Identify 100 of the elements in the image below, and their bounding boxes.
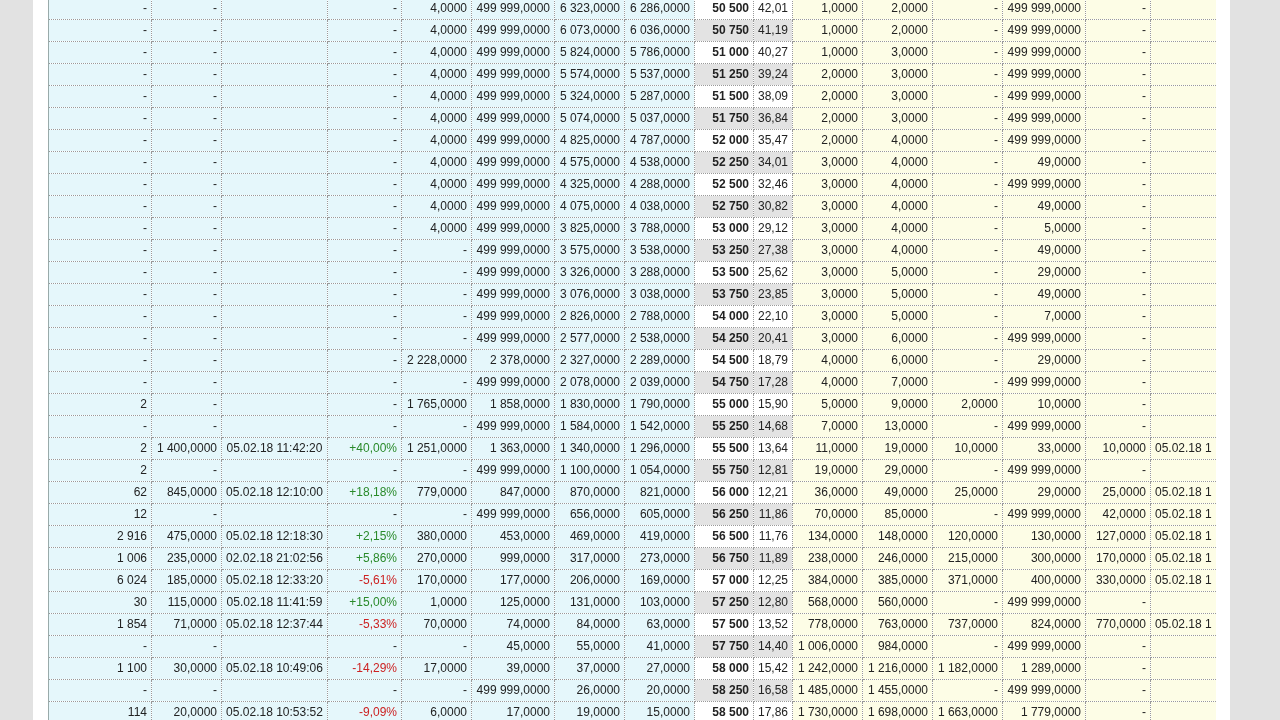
table-cell: 177,0000: [471, 569, 555, 591]
table-cell: 499 999,0000: [1002, 635, 1086, 657]
table-cell: 14,68: [753, 415, 793, 437]
table-cell: 12,25: [753, 569, 793, 591]
table-cell: 130,0000: [1002, 525, 1086, 547]
table-cell: -: [1085, 19, 1151, 41]
table-cell: 499 999,0000: [1002, 129, 1086, 151]
table-cell: 58 250: [694, 679, 754, 701]
table-cell: 54 000: [694, 305, 754, 327]
table-cell: 499 999,0000: [471, 41, 555, 63]
table-cell: -: [1085, 195, 1151, 217]
table-cell: -: [1085, 393, 1151, 415]
table-cell: 499 999,0000: [471, 283, 555, 305]
table-cell: 55 250: [694, 415, 754, 437]
table-cell: 62: [48, 481, 152, 503]
table-cell: -: [48, 173, 152, 195]
table-cell: 13,64: [753, 437, 793, 459]
table-cell: 11,86: [753, 503, 793, 525]
table-cell: 30,82: [753, 195, 793, 217]
table-cell: 499 999,0000: [471, 217, 555, 239]
table-cell: 52 750: [694, 195, 754, 217]
table-cell: -: [1085, 657, 1151, 679]
table-cell: 15,90: [753, 393, 793, 415]
table-cell: 39,24: [753, 63, 793, 85]
table-cell: 499 999,0000: [471, 107, 555, 129]
table-cell: 39,0000: [471, 657, 555, 679]
table-cell: 23,85: [753, 283, 793, 305]
table-cell: -: [1085, 261, 1151, 283]
table-cell: 499 999,0000: [471, 261, 555, 283]
table-cell: 2: [48, 393, 152, 415]
table-cell: 400,0000: [1002, 569, 1086, 591]
table-cell: -: [1085, 459, 1151, 481]
table-cell: 49,0000: [1002, 151, 1086, 173]
table-cell: 1,0000: [792, 0, 863, 19]
table-cell: 17,86: [753, 701, 793, 720]
table-cell: 7,0000: [1002, 305, 1086, 327]
table-cell: 57 750: [694, 635, 754, 657]
table-cell: 5,0000: [1002, 217, 1086, 239]
table-cell: -: [48, 261, 152, 283]
table-cell: 52 500: [694, 173, 754, 195]
table-cell: 4,0000: [401, 0, 472, 19]
table-cell: 453,0000: [471, 525, 555, 547]
table-cell: 53 750: [694, 283, 754, 305]
table-cell: 170,0000: [1085, 547, 1151, 569]
table-cell: 27,38: [753, 239, 793, 261]
table-cell: 2 378,0000: [471, 349, 555, 371]
table-cell: 2,0000: [862, 0, 933, 19]
table-cell: 36,84: [753, 107, 793, 129]
table-cell: 58 500: [694, 701, 754, 720]
table-cell: 499 999,0000: [471, 19, 555, 41]
table-cell: 57 250: [694, 591, 754, 613]
table-cell: 57 500: [694, 613, 754, 635]
table-cell: 499 999,0000: [1002, 591, 1086, 613]
table-cell: 05.02.18 1: [1150, 525, 1216, 547]
table-cell: -: [1085, 371, 1151, 393]
table-cell: 29,0000: [1002, 261, 1086, 283]
table-cell: -: [48, 151, 152, 173]
table-cell: 330,0000: [1085, 569, 1151, 591]
table-cell: 29,0000: [1002, 481, 1086, 503]
table-cell: 499 999,0000: [1002, 503, 1086, 525]
table-cell: 114: [48, 701, 152, 720]
table-cell: -: [48, 217, 152, 239]
table-cell: 499 999,0000: [471, 415, 555, 437]
table-cell: 12,81: [753, 459, 793, 481]
table-cell: -: [48, 679, 152, 701]
table-cell: 10,0000: [1085, 437, 1151, 459]
table-cell: -: [48, 327, 152, 349]
table-cell: 499 999,0000: [1002, 85, 1086, 107]
table-cell: 6 286,0000: [624, 0, 695, 19]
table-cell: -: [1085, 305, 1151, 327]
table-cell: -: [1085, 173, 1151, 195]
table-cell: 12,21: [753, 481, 793, 503]
table-cell: -: [1085, 41, 1151, 63]
table-cell: 499 999,0000: [471, 151, 555, 173]
table-cell: -: [1085, 217, 1151, 239]
table-cell: -: [48, 129, 152, 151]
table-cell: 56 250: [694, 503, 754, 525]
table-cell: 300,0000: [1002, 547, 1086, 569]
table-cell: 11,89: [753, 547, 793, 569]
table-cell: 499 999,0000: [471, 0, 555, 19]
table-cell: 30: [48, 591, 152, 613]
table-cell: -: [1085, 591, 1151, 613]
table-cell: 40,27: [753, 41, 793, 63]
table-cell: 12: [48, 503, 152, 525]
table-cell: 499 999,0000: [471, 459, 555, 481]
table-cell: 51 500: [694, 85, 754, 107]
table-cell: 12,80: [753, 591, 793, 613]
table-cell: 53 250: [694, 239, 754, 261]
table-cell: 42,0000: [1085, 503, 1151, 525]
table-cell: 499 999,0000: [471, 195, 555, 217]
table-cell: 11,76: [753, 525, 793, 547]
table-cell: -: [48, 415, 152, 437]
table-cell: 55 750: [694, 459, 754, 481]
table-cell: -: [48, 63, 152, 85]
table-cell: -: [1085, 349, 1151, 371]
table-cell: 05.02.18 1: [1150, 481, 1216, 503]
table-cell: 49,0000: [1002, 283, 1086, 305]
table-cell: -: [48, 85, 152, 107]
table-cell: 2: [48, 459, 152, 481]
table-cell: 29,0000: [1002, 349, 1086, 371]
